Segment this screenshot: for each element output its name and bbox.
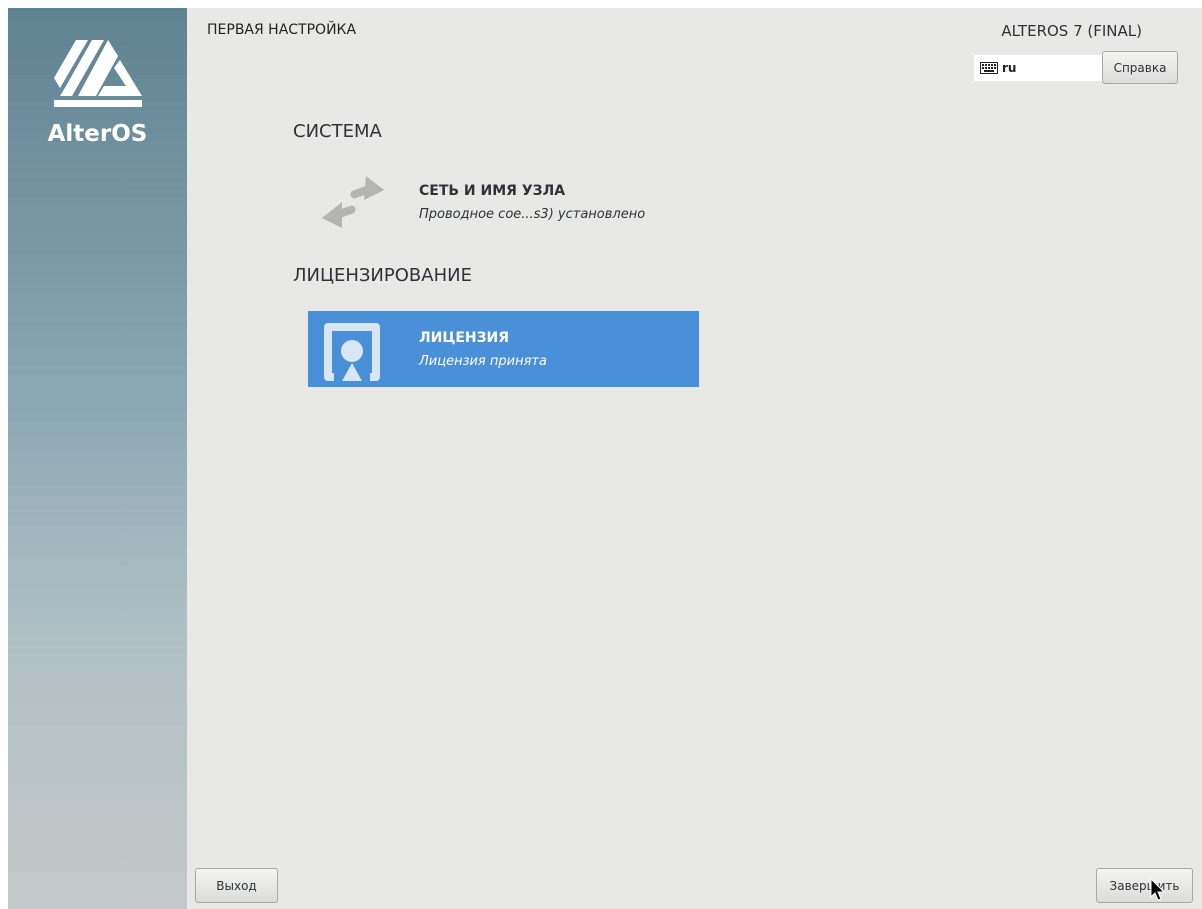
sidebar: AlterOS	[8, 8, 187, 909]
license-certificate-icon	[324, 323, 380, 381]
category-system-title: СИСТЕМА	[293, 121, 382, 142]
spoke-network-title: СЕТЬ И ИМЯ УЗЛА	[419, 183, 566, 199]
help-button[interactable]: Справка	[1102, 51, 1178, 84]
logo-text: AlterOS	[47, 121, 148, 147]
network-arrows-icon	[322, 176, 384, 228]
category-licensing-title: ЛИЦЕНЗИРОВАНИЕ	[293, 265, 472, 286]
keyboard-layout-indicator[interactable]: ru	[974, 55, 1102, 81]
finish-button[interactable]: Завершить	[1096, 868, 1193, 903]
quit-button[interactable]: Выход	[195, 868, 278, 903]
product-title: ALTEROS 7 (FINAL)	[1001, 22, 1142, 40]
spoke-network-status: Проводное сое...s3) установлено	[419, 207, 646, 222]
page-title: ПЕРВАЯ НАСТРОЙКА	[207, 22, 357, 38]
spoke-license-title: ЛИЦЕНЗИЯ	[419, 330, 510, 346]
spoke-network-hostname[interactable]: СЕТЬ И ИМЯ УЗЛА Проводное сое...s3) уста…	[308, 164, 699, 240]
alteros-logo-icon	[54, 40, 142, 107]
setup-window: AlterOS ПЕРВАЯ НАСТРОЙКА ALTEROS 7 (FINA…	[8, 8, 1202, 909]
spoke-license-status: Лицензия принята	[419, 354, 547, 369]
spoke-license[interactable]: ЛИЦЕНЗИЯ Лицензия принята	[308, 311, 699, 387]
mouse-cursor-icon	[1150, 878, 1166, 901]
keyboard-layout-label: ru	[1002, 61, 1017, 75]
keyboard-icon	[980, 62, 998, 74]
